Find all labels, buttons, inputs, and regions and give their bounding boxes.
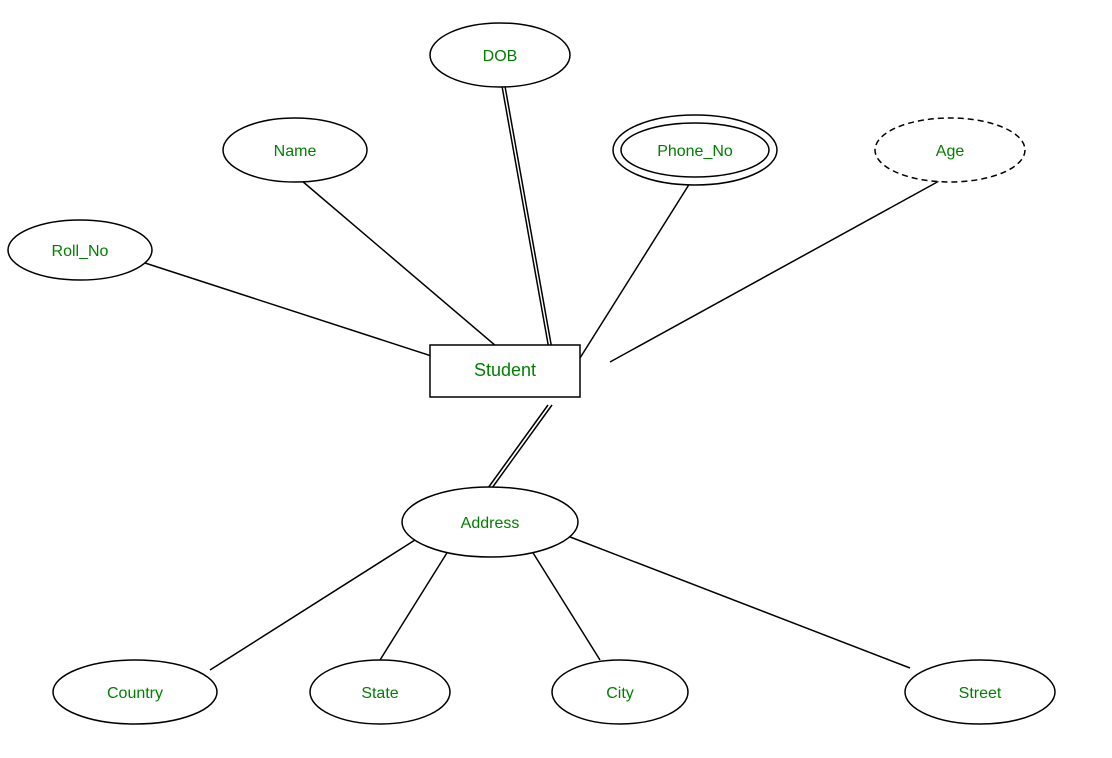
phone-label: Phone_No	[657, 143, 733, 160]
country-label: Country	[107, 685, 163, 702]
dob-label: DOB	[483, 48, 518, 65]
student-label: Student	[474, 360, 536, 380]
street-label: Street	[959, 685, 1002, 702]
address-label: Address	[461, 515, 520, 532]
age-label: Age	[936, 143, 965, 160]
city-label: City	[606, 685, 634, 702]
rollno-label: Roll_No	[52, 243, 109, 260]
name-label: Name	[274, 143, 317, 160]
state-label: State	[361, 685, 398, 702]
